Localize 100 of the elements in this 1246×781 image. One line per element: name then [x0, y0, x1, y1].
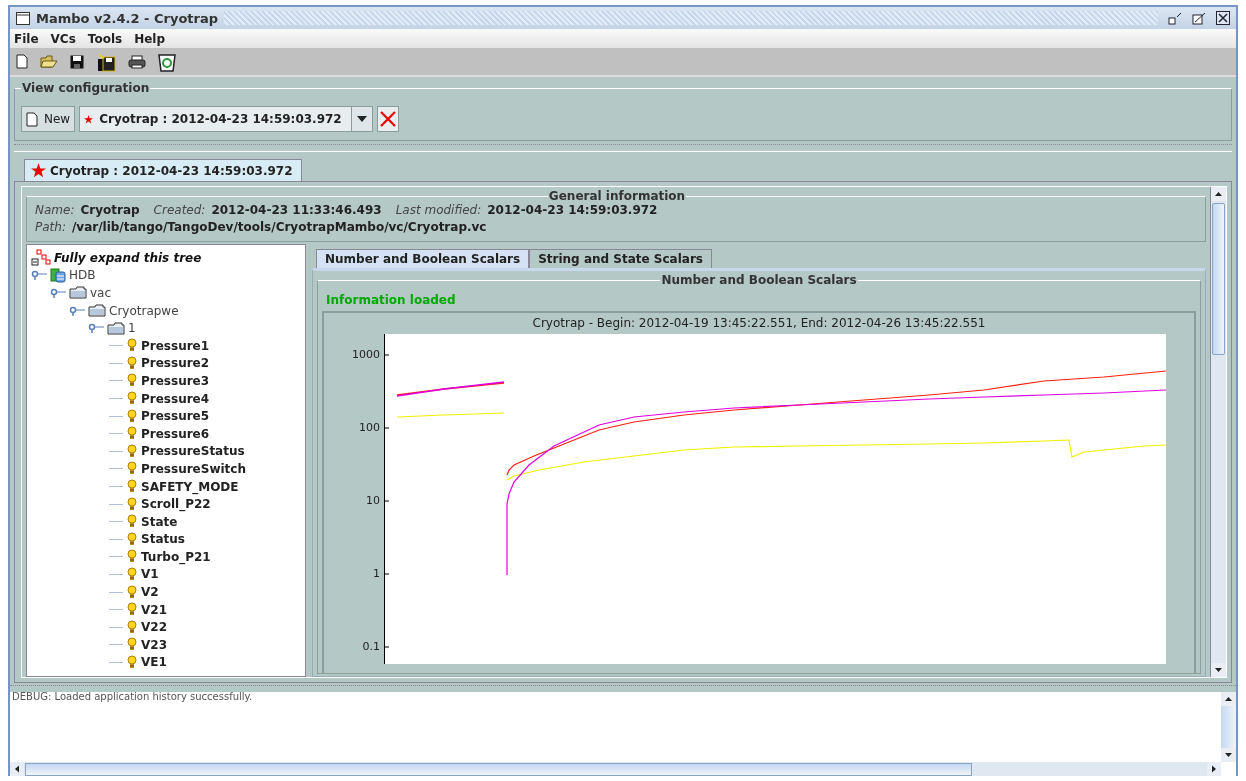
- axis-tick-label: 1: [373, 567, 380, 580]
- tree-item[interactable]: PressureStatus: [141, 444, 245, 459]
- tree-item[interactable]: Turbo_P21: [141, 549, 211, 564]
- scroll-up-icon[interactable]: [1211, 187, 1226, 201]
- save-all-icon[interactable]: [96, 51, 116, 72]
- chart-title: Cryotrap - Begin: 2012-04-19 13:45:22.551, End: 2012-04-26 13:45:22.551: [531, 315, 987, 332]
- scroll-up-icon[interactable]: [1221, 692, 1236, 706]
- panel-title: Number and Boolean Scalars: [660, 273, 858, 287]
- log-message: DEBUG: Loaded application history successfully.: [11, 692, 254, 704]
- lightbulb-icon: [126, 443, 138, 459]
- status-message: Information loaded: [325, 292, 457, 309]
- splitter-bar[interactable]: [14, 144, 1232, 152]
- close-icon[interactable]: [1216, 11, 1230, 25]
- tree-item[interactable]: Pressure2: [141, 356, 210, 371]
- scroll-left-icon[interactable]: [10, 762, 24, 776]
- tree-item[interactable]: State: [141, 514, 178, 529]
- field-label: Name:: [35, 203, 75, 217]
- tree-item[interactable]: V1: [141, 567, 159, 582]
- open-folder-icon[interactable]: [40, 55, 58, 68]
- folder-icon: [88, 304, 106, 318]
- window-title: Mambo v2.4.2 - Cryotrap: [36, 10, 218, 26]
- lightbulb-icon: [126, 549, 138, 565]
- menu-item[interactable]: Tools: [87, 31, 123, 46]
- menu-item[interactable]: File: [14, 31, 39, 46]
- save-icon[interactable]: [70, 54, 84, 69]
- lightbulb-icon: [126, 391, 138, 407]
- window-icon: [16, 11, 30, 25]
- scroll-right-icon[interactable]: [1207, 762, 1221, 776]
- printer-icon[interactable]: [128, 54, 146, 69]
- lightbulb-icon: [126, 426, 138, 442]
- tree-item[interactable]: PressureSwitch: [141, 461, 246, 476]
- minimize-icon[interactable]: [1168, 11, 1182, 25]
- scroll-down-icon[interactable]: [1211, 663, 1226, 677]
- scroll-down-icon[interactable]: [1221, 748, 1236, 762]
- field-label: Path:: [35, 220, 66, 234]
- tree-item[interactable]: Status: [141, 532, 185, 547]
- tree-item[interactable]: Pressure3: [141, 373, 210, 388]
- tab[interactable]: String and State Scalars: [529, 249, 712, 268]
- lightbulb-icon: [126, 496, 138, 512]
- menu-item[interactable]: VCs: [50, 31, 76, 46]
- star-icon: [84, 114, 94, 124]
- lightbulb-icon: [126, 619, 138, 635]
- vertical-scrollbar[interactable]: [1210, 187, 1226, 677]
- expander-handle-icon[interactable]: [69, 305, 85, 316]
- tree-item[interactable]: V23: [141, 637, 167, 652]
- recycle-bin-icon[interactable]: [158, 51, 176, 72]
- new-button[interactable]: New: [21, 106, 76, 132]
- expander-handle-icon[interactable]: [50, 288, 66, 298]
- tab[interactable]: Number and Boolean Scalars: [316, 249, 530, 268]
- tree-item[interactable]: Cryotrapwe: [109, 303, 179, 318]
- field-value: Cryotrap: [80, 203, 140, 217]
- lightbulb-icon: [126, 602, 138, 618]
- field-label: Created:: [153, 203, 206, 217]
- menu-item[interactable]: Help: [134, 31, 166, 46]
- document-tab[interactable]: Cryotrap : 2012-04-23 14:59:03.972: [24, 159, 302, 181]
- close-icon: [379, 110, 398, 128]
- tree-item[interactable]: Pressure5: [141, 409, 210, 424]
- folder-icon: [107, 321, 125, 335]
- tree-item[interactable]: Pressure4: [141, 391, 210, 406]
- lightbulb-icon: [126, 531, 138, 547]
- lightbulb-icon: [126, 479, 138, 494]
- tree-item[interactable]: Pressure6: [141, 426, 210, 441]
- lightbulb-icon: [126, 567, 138, 582]
- axis-tick-label: 1000: [352, 348, 380, 361]
- field-value: 2012-04-23 14:59:03.972: [487, 203, 658, 217]
- lightbulb-icon: [126, 637, 138, 653]
- field-label: Last modified:: [395, 203, 482, 217]
- maximize-icon[interactable]: [1192, 11, 1206, 25]
- tree-item[interactable]: V22: [141, 620, 167, 635]
- tree-expand-icon[interactable]: [31, 248, 51, 267]
- panel-title: General information: [547, 189, 687, 203]
- tree-item[interactable]: Scroll_P22: [141, 497, 211, 512]
- tree-item[interactable]: HDB: [69, 268, 96, 283]
- expand-tree-link[interactable]: Fully expand this tree: [54, 250, 202, 265]
- caret-icon: [357, 116, 368, 122]
- axis-tick-label: 10: [366, 494, 380, 507]
- axis-tick-label: 0.1: [362, 640, 380, 653]
- tree-item[interactable]: 1: [128, 321, 136, 336]
- tree-item[interactable]: V2: [141, 585, 159, 600]
- horizontal-scrollbar[interactable]: [10, 762, 1221, 776]
- database-icon: [50, 267, 66, 283]
- lightbulb-icon: [126, 373, 138, 389]
- dropdown-value: Cryotrap : 2012-04-23 14:59:03.972: [99, 112, 343, 126]
- tree-item[interactable]: vac: [90, 286, 112, 300]
- tree-item[interactable]: V21: [141, 602, 167, 617]
- expander-handle-icon[interactable]: [31, 270, 47, 281]
- lightbulb-icon: [126, 654, 138, 670]
- new-file-icon: [26, 111, 38, 127]
- new-file-icon[interactable]: [16, 54, 28, 69]
- configuration-dropdown[interactable]: Cryotrap : 2012-04-23 14:59:03.972: [79, 106, 374, 132]
- expander-handle-icon[interactable]: [88, 323, 104, 334]
- tree-item[interactable]: VE1: [141, 655, 167, 670]
- folder-icon: [69, 286, 87, 300]
- lightbulb-icon: [126, 408, 138, 424]
- lightbulb-icon: [126, 338, 138, 354]
- tree-item[interactable]: Pressure1: [141, 338, 210, 353]
- tree-item[interactable]: SAFETY_MODE: [141, 479, 239, 494]
- star-icon: [31, 163, 46, 178]
- delete-button[interactable]: [377, 106, 400, 132]
- vertical-scrollbar[interactable]: [1221, 692, 1236, 762]
